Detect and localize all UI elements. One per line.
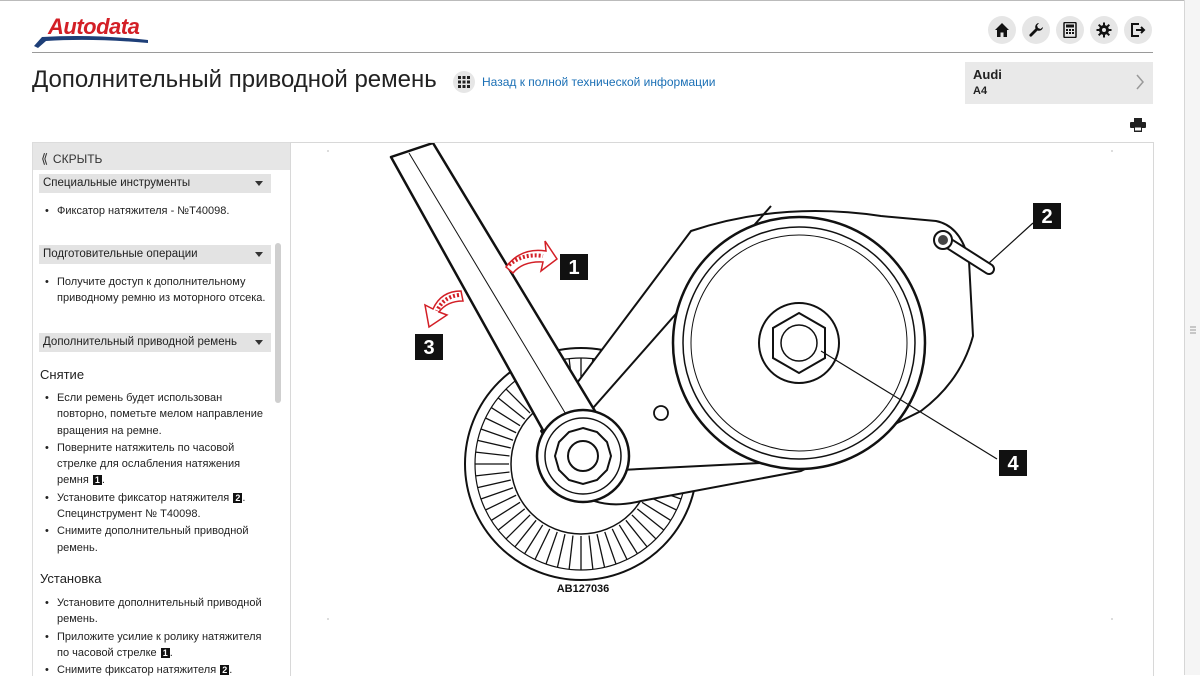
belt-tensioner-diagram: 1 2 3 4 AB127036 [327,141,1113,620]
sidebar-header: ⟪ СКРЫТЬ [33,143,290,170]
callout-badge: 1 [92,475,102,486]
back-to-technical-info-link[interactable]: Назад к полной технической информации [482,75,715,89]
calculator-icon [1063,22,1077,38]
top-toolbar [988,16,1152,44]
list-item: Установите фиксатор натяжителя 2.Специнс… [43,490,271,523]
wrench-icon [1029,23,1043,37]
gear-icon [1096,22,1112,38]
caret-down-icon [255,252,263,257]
section-title: Дополнительный приводной ремень [43,336,237,348]
hide-sidebar-button[interactable]: ⟪ СКРЫТЬ [41,151,102,167]
special-tools-list: Фиксатор натяжителя - №T40098. [43,203,271,220]
page-scrollbar[interactable] [1184,0,1200,675]
vehicle-model: A4 [973,85,988,97]
section-accessory-belt[interactable]: Дополнительный приводной ремень [39,333,271,352]
menu-grid-button[interactable] [453,71,475,93]
calculator-button[interactable] [1056,16,1084,44]
grid-icon [458,76,470,88]
figure-panel: 1 2 3 4 AB127036 [290,141,1154,676]
svg-text:3: 3 [423,337,434,359]
list-item: Установите дополнительный приводной реме… [43,595,271,628]
section-title: Специальные инструменты [43,177,191,189]
list-item: Снимите фиксатор натяжителя 2. [43,662,271,676]
figure-code: AB127036 [557,583,610,595]
logout-button[interactable] [1124,16,1152,44]
preparatory-list: Получите доступ к дополнительному привод… [43,274,271,308]
page-title: Дополнительный приводной ремень [32,66,437,93]
section-preparatory-operations[interactable]: Подготовительные операции [39,245,271,264]
scroll-grip-icon [1190,326,1196,334]
home-button[interactable] [988,16,1016,44]
header-divider [32,52,1153,53]
caret-down-icon [255,181,263,186]
tensioner-pulley [671,215,927,471]
callout-badge: 2 [220,665,230,676]
install-heading: Установка [40,571,102,586]
callout-badge: 1 [160,647,170,658]
list-item: Получите доступ к дополнительному привод… [43,274,271,307]
section-special-tools[interactable]: Специальные инструменты [39,174,271,193]
logout-icon [1131,23,1146,37]
removal-list: Если ремень будет использован повторно, … [43,390,271,557]
list-item: Снимите дополнительный приводной ремень. [43,523,271,556]
svg-text:1: 1 [568,257,579,279]
list-item: Если ремень будет использован повторно, … [43,390,271,439]
home-icon [995,23,1009,37]
callout-4: 4 [999,450,1027,476]
list-item: Приложите усилие к ролику натяжителя по … [43,629,271,662]
logo-text: Autodata [48,14,140,39]
hide-label: СКРЫТЬ [52,152,103,166]
chevron-right-icon [1136,74,1144,90]
window-top-border [0,0,1200,1]
callout-3: 3 [415,334,443,360]
vehicle-make: Audi [973,67,1002,82]
autodata-logo[interactable]: Autodata [32,14,162,48]
list-item: Поверните натяжитель по часовой стрелке … [43,440,271,489]
svg-text:2: 2 [1041,206,1052,228]
vehicle-selector[interactable]: Audi A4 [965,62,1153,104]
section-title: Подготовительные операции [43,248,198,260]
print-icon[interactable] [1130,118,1146,132]
sidebar-scrollbar[interactable] [275,243,281,403]
removal-heading: Снятие [40,367,85,382]
rotation-arrow-clockwise [504,240,559,275]
sidebar-panel: ⟪ СКРЫТЬ Специальные инструменты Фиксато… [32,142,291,676]
rotation-arrow-counterclockwise [423,290,464,329]
callout-2: 2 [1033,203,1061,229]
tools-button[interactable] [1022,16,1050,44]
settings-button[interactable] [1090,16,1118,44]
list-item: Фиксатор натяжителя - №T40098. [43,203,271,220]
double-chevron-left-icon: ⟪ [41,151,48,166]
callout-1: 1 [560,254,588,280]
caret-down-icon [255,340,263,345]
install-list: Установите дополнительный приводной реме… [43,595,271,676]
callout-badge: 2 [233,492,243,503]
svg-text:4: 4 [1007,453,1019,475]
